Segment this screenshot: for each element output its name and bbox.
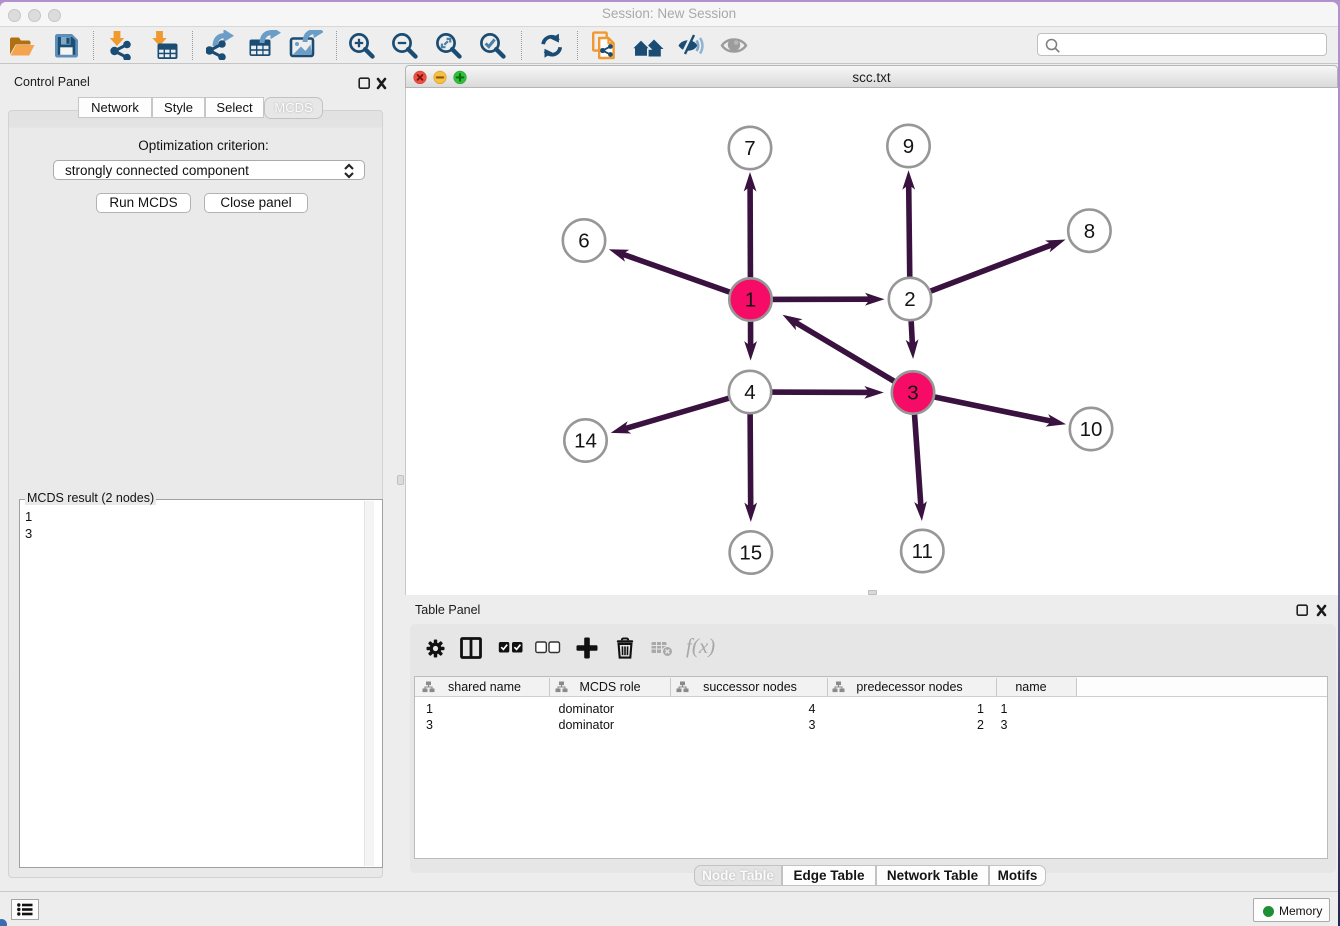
svg-text:1: 1: [745, 289, 756, 312]
svg-text:7: 7: [744, 137, 755, 160]
svg-text:15: 15: [739, 542, 762, 565]
svg-text:11: 11: [912, 540, 933, 563]
svg-text:2: 2: [904, 288, 915, 311]
svg-text:3: 3: [907, 382, 918, 405]
svg-text:14: 14: [574, 430, 597, 453]
svg-text:4: 4: [744, 381, 755, 404]
svg-text:9: 9: [903, 135, 914, 158]
svg-text:6: 6: [578, 230, 589, 253]
svg-text:8: 8: [1084, 220, 1095, 243]
svg-text:10: 10: [1080, 418, 1103, 441]
